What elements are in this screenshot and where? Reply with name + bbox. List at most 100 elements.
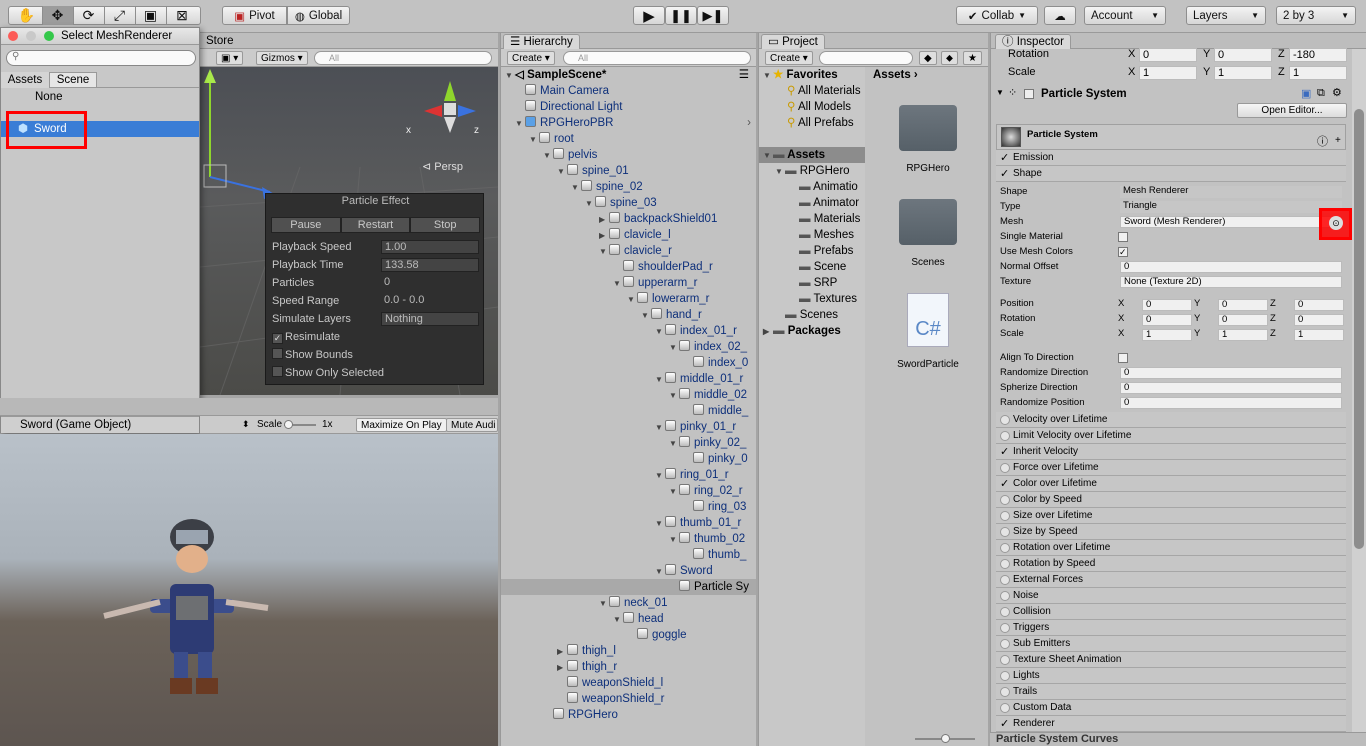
hierarchy-row[interactable]: ▼ pinky_01_r	[501, 419, 756, 435]
assets-breadcrumb[interactable]: Assets ›	[873, 69, 918, 81]
hierarchy-row[interactable]: ▼ clavicle_r	[501, 243, 756, 259]
expand-arrow-down-icon[interactable]: ▼	[669, 484, 679, 500]
hierarchy-row[interactable]: ▼ index_01_r	[501, 323, 756, 339]
module-row[interactable]: Velocity over Lifetime	[996, 412, 1346, 428]
expand-arrow-down-icon[interactable]: ▼	[571, 180, 581, 196]
shape-y-field[interactable]: 0	[1218, 314, 1268, 326]
object-picker-icon[interactable]: ⊙	[1329, 216, 1343, 230]
hierarchy-row[interactable]: weaponShield_l	[501, 675, 756, 691]
hierarchy-row[interactable]: ▼ Sword	[501, 563, 756, 579]
project-folder-row[interactable]: ▬ Materials	[789, 211, 860, 227]
module-row[interactable]: Custom Data	[996, 700, 1346, 716]
module-toggle-icon[interactable]	[1000, 639, 1010, 649]
scale-slider-thumb[interactable]	[284, 420, 293, 429]
pe-check-row[interactable]: ✓ Resimulate	[272, 328, 340, 346]
step-button[interactable]: ▶❚	[697, 6, 729, 25]
checkbox[interactable]	[272, 366, 283, 377]
hierarchy-row[interactable]: ▼ middle_02	[501, 387, 756, 403]
hierarchy-row[interactable]: ▼ hand_r	[501, 307, 756, 323]
hierarchy-row[interactable]: weaponShield_r	[501, 691, 756, 707]
project-asset-item[interactable]: RPGHero	[867, 101, 988, 191]
module-toggle-icon[interactable]	[1000, 543, 1010, 553]
project-folder-row[interactable]: ▬ Textures	[789, 291, 857, 307]
pause-effect-button[interactable]: Pause	[271, 217, 341, 233]
hierarchy-row[interactable]: pinky_0	[501, 451, 756, 467]
tab-scene[interactable]: Scene	[49, 72, 97, 88]
scene-orientation-gizmo-icon[interactable]	[420, 77, 480, 137]
shape-x-field[interactable]: 0	[1142, 299, 1192, 311]
hierarchy-row[interactable]: ▶ thigh_r	[501, 659, 756, 675]
module-emission[interactable]: ✓ Emission	[996, 150, 1346, 166]
module-row[interactable]: Sub Emitters	[996, 636, 1346, 652]
shape-check-icon[interactable]: ✓	[1000, 167, 1009, 182]
expand-arrow-down-icon[interactable]: ▼	[613, 276, 623, 292]
hierarchy-row[interactable]: ▼ root	[501, 131, 756, 147]
scale-tool-icon[interactable]: ⤢	[105, 6, 136, 25]
module-toggle-icon[interactable]	[1000, 431, 1010, 441]
collab-button[interactable]: ✔ Collab ▼	[956, 6, 1038, 25]
module-toggle-icon[interactable]	[1000, 527, 1010, 537]
mute-audio-toggle[interactable]: Mute Audi	[446, 418, 498, 432]
particle-system-header[interactable]: ▼ ⁘ Particle System ▣ ⧉ ⚙	[996, 86, 1346, 104]
hierarchy-row[interactable]: ▼ spine_03	[501, 195, 756, 211]
project-folder-row[interactable]: ▬ Animator	[789, 195, 859, 211]
persp-label[interactable]: ⊲ Persp	[422, 160, 463, 173]
tab-assets[interactable]: Assets	[1, 72, 49, 88]
hierarchy-row[interactable]: ▼ ring_01_r	[501, 467, 756, 483]
shape-field-value[interactable]: 0	[1120, 382, 1342, 394]
module-shape[interactable]: ✓ Shape	[996, 166, 1346, 182]
expand-arrow-down-icon[interactable]: ▼	[641, 308, 651, 324]
shape-z-field[interactable]: 0	[1294, 299, 1344, 311]
checkbox[interactable]: ✓	[1118, 247, 1128, 257]
module-toggle-icon[interactable]	[1000, 415, 1010, 425]
dialog-search-input[interactable]: ⚲	[6, 50, 196, 66]
rotation-z-field[interactable]: -180	[1289, 48, 1347, 62]
scale-x-field[interactable]: 1	[1139, 66, 1197, 80]
expand-arrow-down-icon[interactable]: ▼	[515, 116, 525, 132]
tab-store[interactable]: Store	[200, 34, 240, 49]
expand-arrow-right-icon[interactable]: ▶	[599, 212, 609, 228]
module-row[interactable]: Limit Velocity over Lifetime	[996, 428, 1346, 444]
module-check-icon[interactable]: ✓	[1000, 445, 1009, 460]
expand-arrow-down-icon[interactable]: ▼	[655, 516, 665, 532]
hierarchy-row[interactable]: ▼ index_02_	[501, 339, 756, 355]
hierarchy-row[interactable]: Directional Light	[501, 99, 756, 115]
expand-arrow-down-icon[interactable]: ▼	[655, 420, 665, 436]
module-toggle-icon[interactable]	[1000, 623, 1010, 633]
module-row[interactable]: External Forces	[996, 572, 1346, 588]
module-toggle-icon[interactable]	[1000, 575, 1010, 585]
hierarchy-row[interactable]: ▼ thumb_01_r	[501, 515, 756, 531]
display-dropdown-arrow[interactable]: ⬍	[242, 419, 250, 430]
hierarchy-row[interactable]: Main Camera	[501, 83, 756, 99]
expand-arrow-right-icon[interactable]: ▶	[599, 228, 609, 244]
assets-tree-row[interactable]: ▼ ▬ Assets	[759, 147, 865, 163]
component-enabled-checkbox[interactable]	[1024, 89, 1034, 99]
module-toggle-icon[interactable]	[1000, 655, 1010, 665]
expand-arrow-down-icon[interactable]: ▼	[585, 196, 595, 212]
cloud-button[interactable]: ☁	[1044, 6, 1076, 25]
module-row[interactable]: Lights	[996, 668, 1346, 684]
global-button[interactable]: ◍ Global	[287, 6, 350, 25]
camera-dropdown[interactable]: ▣ ▾	[216, 51, 244, 65]
restart-effect-button[interactable]: Restart	[340, 217, 411, 233]
module-toggle-icon[interactable]	[1000, 559, 1010, 569]
module-row[interactable]: Rotation by Speed	[996, 556, 1346, 572]
shape-field-value[interactable]: Sword (Mesh Renderer)	[1120, 216, 1342, 228]
shape-field-value[interactable]: 0	[1120, 261, 1342, 273]
shape-field-value[interactable]: None (Texture 2D)	[1120, 276, 1342, 288]
help-book-icon[interactable]: ▣	[1301, 87, 1311, 100]
expand-arrow-right-icon[interactable]: ▶	[557, 660, 567, 676]
expand-arrow-down-icon[interactable]: ▼	[599, 244, 609, 260]
ps-main-module[interactable]: Particle System ⓘ +	[996, 124, 1346, 150]
hierarchy-row[interactable]: RPGHero	[501, 707, 756, 723]
module-row[interactable]: Color by Speed	[996, 492, 1346, 508]
project-folder-row[interactable]: ▬ SRP	[789, 275, 837, 291]
module-row[interactable]: ✓ Inherit Velocity	[996, 444, 1346, 460]
favorite-item[interactable]: ⚲ All Models	[787, 99, 851, 115]
scene-root-row[interactable]: ▼ ◁ SampleScene* ☰	[505, 67, 755, 83]
inspector-scrollbar[interactable]	[1352, 49, 1366, 746]
module-toggle-icon[interactable]	[1000, 703, 1010, 713]
shape-x-field[interactable]: 0	[1142, 314, 1192, 326]
project-folder-row[interactable]: ▬ Meshes	[789, 227, 854, 243]
project-folder-row[interactable]: ▼ ▬ RPGHero	[775, 163, 850, 179]
